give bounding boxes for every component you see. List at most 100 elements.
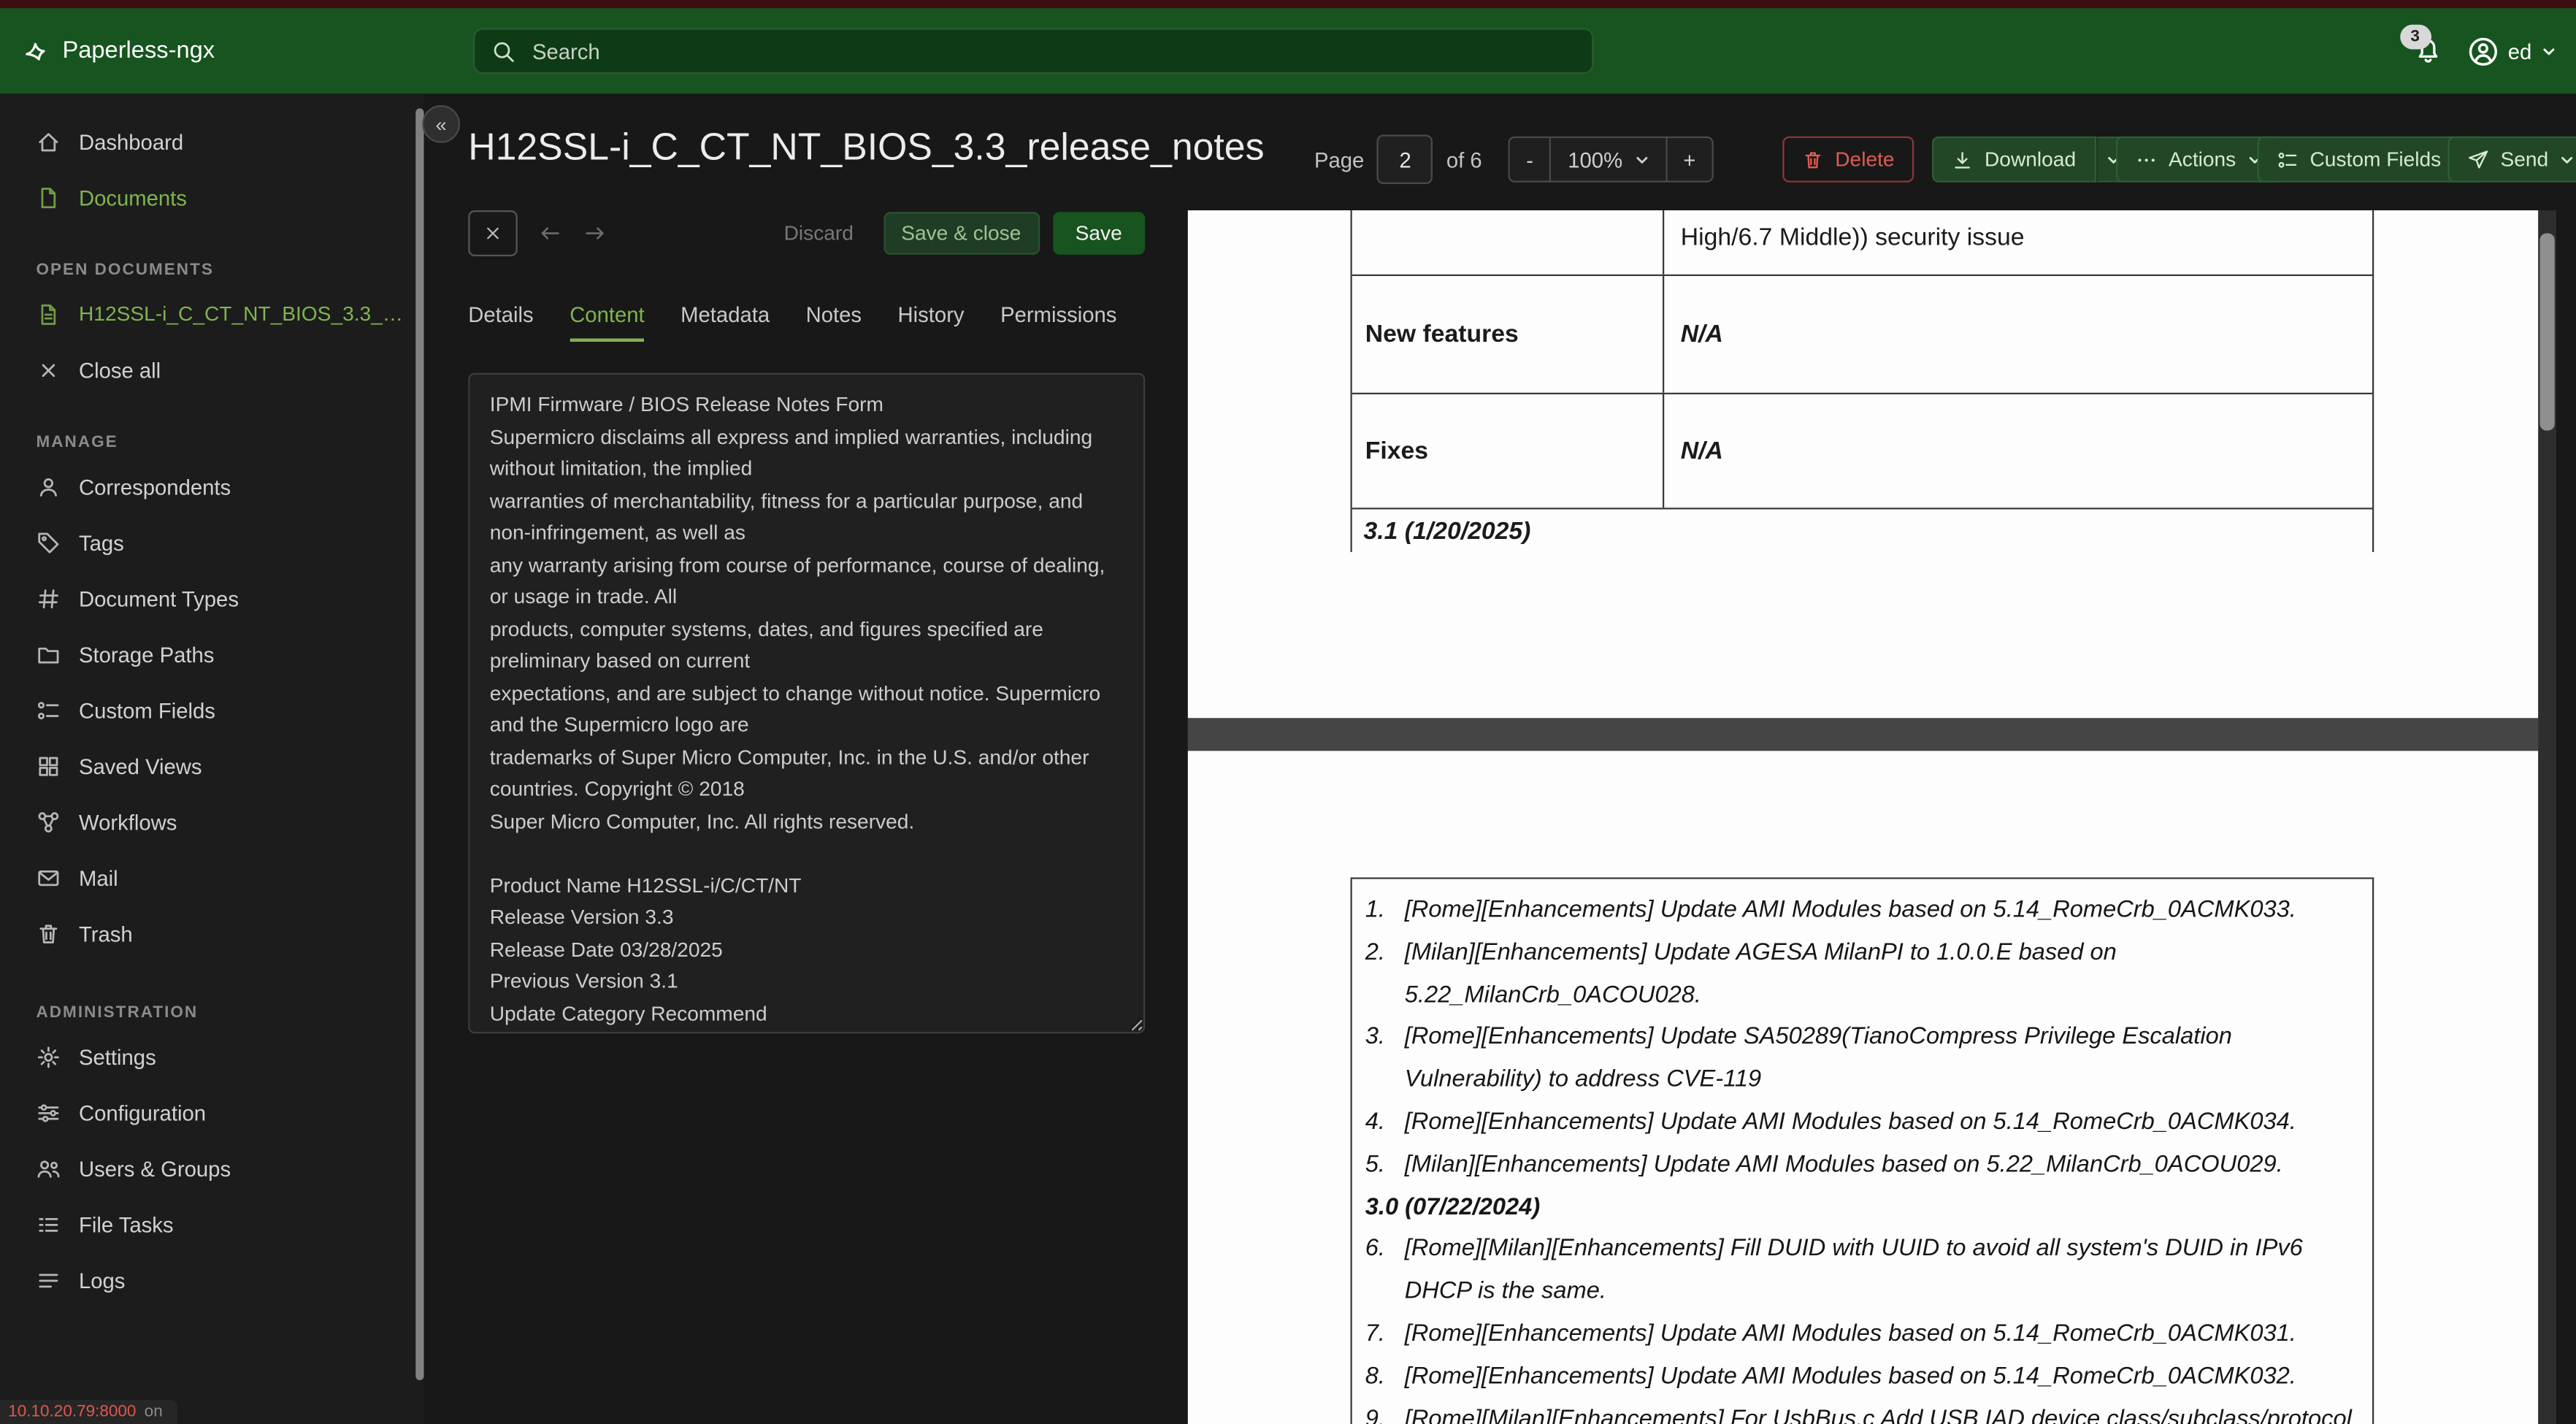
sidebar-item-trash[interactable]: Trash: [0, 906, 424, 962]
sidebar-item-file-tasks[interactable]: File Tasks: [0, 1196, 424, 1252]
list-item: 7. [Rome][Enhancements] Update AMI Modul…: [1365, 1314, 2356, 1357]
three-dots-icon: [2138, 158, 2155, 161]
status-suffix: on: [144, 1402, 163, 1421]
open-document-label: H12SSL-i_C_CT_NT_BIOS_3.3_rel...: [79, 302, 407, 326]
send-label: Send: [2500, 148, 2549, 172]
enhancements-list: 1. [Rome][Enhancements] Update AMI Modul…: [1350, 877, 2374, 1424]
document-title: H12SSL-i_C_CT_NT_BIOS_3.3_release_notes: [468, 125, 1265, 168]
delete-button[interactable]: Delete: [1782, 136, 1914, 183]
save-button[interactable]: Save: [1052, 212, 1146, 255]
user-menu[interactable]: ed: [2466, 35, 2556, 66]
sidebar-item-tags[interactable]: Tags: [0, 514, 424, 570]
table-cell-value: N/A: [1680, 320, 1723, 348]
tab-metadata[interactable]: Metadata: [681, 302, 770, 342]
next-document-button[interactable]: [583, 222, 607, 245]
browser-status-bubble: 10.10.20.79:8000 on: [0, 1399, 177, 1424]
chevron-down-icon: [2561, 156, 2573, 163]
list-item-number: 5.: [1365, 1151, 1385, 1178]
list-item-text: [Milan][Enhancements] Update AGESA Milan…: [1404, 939, 2117, 1008]
table-cell: [1352, 210, 1665, 275]
sidebar-item-logs[interactable]: Logs: [0, 1252, 424, 1309]
sidebar-item-label: Correspondents: [79, 474, 231, 499]
tab-notes[interactable]: Notes: [806, 302, 862, 342]
sidebar-collapse-button[interactable]: «: [422, 105, 460, 143]
sidebar-item-users-groups[interactable]: Users & Groups: [0, 1141, 424, 1197]
table-row: Fixes N/A: [1352, 394, 2372, 510]
list-item-number: 8.: [1365, 1363, 1385, 1390]
sidebar-item-settings[interactable]: Settings: [0, 1029, 424, 1085]
zoom-controls: - 100% +: [1508, 136, 1714, 183]
sidebar-open-document[interactable]: H12SSL-i_C_CT_NT_BIOS_3.3_rel...: [0, 286, 424, 342]
zoom-in-button[interactable]: +: [1666, 138, 1712, 181]
list-item-text: [Rome][Enhancements] Update AMI Modules …: [1404, 897, 2296, 924]
list-item: 9. [Rome][Milan][Enhancements] For UsbBu…: [1365, 1399, 2356, 1424]
content-textarea[interactable]: IPMI Firmware / BIOS Release Notes Form …: [468, 372, 1146, 1034]
sidebar-item-label: Users & Groups: [79, 1155, 231, 1181]
list-item-number: 3.: [1365, 1024, 1385, 1051]
sidebar-item-label: Settings: [79, 1044, 156, 1069]
tab-permissions[interactable]: Permissions: [1000, 302, 1116, 342]
ui-radios-icon: [37, 701, 59, 719]
table-cell-label: Fixes: [1352, 394, 1665, 508]
download-button[interactable]: Download: [1932, 136, 2096, 183]
version-row: 3.1 (1/20/2025): [1363, 516, 1531, 545]
sidebar-item-custom-fields[interactable]: Custom Fields: [0, 682, 424, 738]
search-input[interactable]: [529, 37, 1576, 65]
grid-icon: [39, 756, 58, 776]
sidebar-item-correspondents[interactable]: Correspondents: [0, 459, 424, 515]
sidebar-item-label: File Tasks: [79, 1211, 174, 1237]
notifications-button[interactable]: 3: [2399, 24, 2442, 66]
administration-header: Administration: [36, 1003, 199, 1022]
trash-icon: [39, 924, 58, 943]
list-item-number: 4.: [1365, 1109, 1385, 1136]
previous-document-button[interactable]: [539, 222, 562, 245]
send-button[interactable]: Send: [2447, 136, 2576, 183]
username-label: ed: [2507, 38, 2532, 64]
page-label: Page: [1314, 147, 1365, 172]
pdf-page-1: High/6.7 Middle)) security issue New fea…: [1187, 210, 2539, 719]
download-split-button: Download: [1932, 136, 2132, 183]
editor-tabs: Details Content Metadata Notes History P…: [468, 302, 1116, 342]
list-item-text: [Rome][Milan][Enhancements] For UsbBus.c…: [1404, 1406, 2352, 1424]
close-document-button[interactable]: [468, 210, 518, 256]
page-number-input[interactable]: [1377, 134, 1433, 184]
list-item: 2. [Milan][Enhancements] Update AGESA Mi…: [1365, 933, 2356, 1018]
download-label: Download: [1985, 148, 2077, 172]
sidebar-item-dashboard[interactable]: Dashboard: [0, 113, 424, 169]
sidebar-item-documents[interactable]: Documents: [0, 169, 424, 226]
arrow-left-icon: [541, 227, 559, 240]
sidebar-item-workflows[interactable]: Workflows: [0, 794, 424, 850]
tab-history[interactable]: History: [898, 302, 965, 342]
preview-scrollbar-thumb[interactable]: [2539, 233, 2555, 431]
custom-fields-label: Custom Fields: [2309, 148, 2442, 172]
sidebar-item-saved-views[interactable]: Saved Views: [0, 738, 424, 794]
save-and-close-button[interactable]: Save & close: [883, 212, 1040, 255]
sidebar-item-storage-paths[interactable]: Storage Paths: [0, 626, 424, 682]
zoom-out-button[interactable]: -: [1509, 138, 1552, 181]
table-cell-label: New features: [1352, 276, 1665, 393]
sidebar-item-configuration[interactable]: Configuration: [0, 1084, 424, 1141]
sidebar-item-mail[interactable]: Mail: [0, 849, 424, 906]
sidebar-item-document-types[interactable]: Document Types: [0, 570, 424, 627]
discard-button[interactable]: Discard: [774, 221, 863, 247]
send-icon: [2469, 150, 2488, 168]
list-item: 5. [Milan][Enhancements] Update AMI Modu…: [1365, 1145, 2356, 1187]
list-item-text: [Rome][Enhancements] Update AMI Modules …: [1404, 1320, 2296, 1347]
sidebar-close-all[interactable]: Close all: [0, 342, 424, 398]
list-item-text: [Rome][Enhancements] Update AMI Modules …: [1404, 1109, 2296, 1136]
sidebar-scrollbar[interactable]: [415, 108, 424, 1380]
close-icon: [487, 227, 499, 240]
list-item: 3. [Rome][Enhancements] Update SA50289(T…: [1365, 1018, 2356, 1103]
global-search[interactable]: [473, 28, 1594, 74]
page-total-label: of 6: [1446, 147, 1482, 172]
chevron-down-icon: [2543, 47, 2555, 55]
table-row: High/6.7 Middle)) security issue: [1352, 210, 2372, 276]
gear-icon: [37, 1046, 59, 1068]
tab-content[interactable]: Content: [570, 302, 645, 342]
preview-scrollbar-track[interactable]: [2538, 210, 2556, 1424]
brand[interactable]: Paperless-ngx: [23, 8, 215, 93]
pdf-page-2: 1. [Rome][Enhancements] Update AMI Modul…: [1187, 751, 2539, 1424]
tab-details[interactable]: Details: [468, 302, 533, 342]
zoom-level-select[interactable]: 100%: [1551, 138, 1667, 181]
hash-icon: [38, 589, 58, 608]
